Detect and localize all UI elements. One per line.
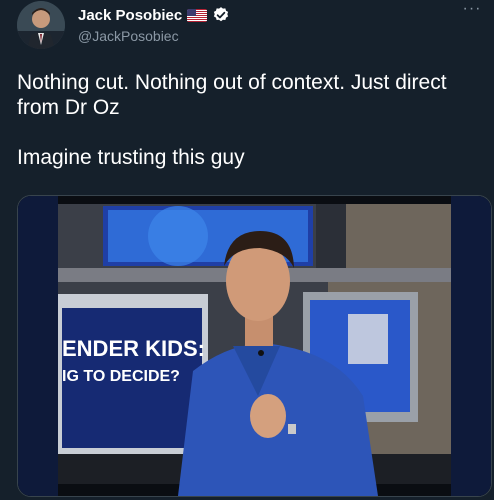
us-flag-icon <box>187 8 208 22</box>
avatar[interactable] <box>17 1 65 49</box>
onscreen-caption-line-2: IG TO DECIDE? <box>62 368 180 385</box>
author-handle[interactable]: @JackPosobiec <box>78 28 179 44</box>
tweet-text-line-2: Imagine trusting this guy <box>17 146 245 169</box>
author-display-name[interactable]: Jack Posobiec <box>78 7 182 24</box>
onscreen-caption-line-1: ENDER KIDS: <box>62 336 205 361</box>
video-frame: ENDER KIDS: IG TO DECIDE? <box>18 196 491 496</box>
tweet-text: Nothing cut. Nothing out of context. Jus… <box>17 70 477 170</box>
video-player[interactable]: ENDER KIDS: IG TO DECIDE? <box>17 195 492 497</box>
tweet-card: Jack Posobiec @JackPosobiec ··· Nothing … <box>0 0 494 500</box>
avatar-image <box>17 1 65 49</box>
author-name-row: Jack Posobiec <box>78 6 230 24</box>
verified-badge-icon <box>212 6 230 24</box>
more-options-button[interactable]: ··· <box>458 1 486 22</box>
tweet-text-line-1: Nothing cut. Nothing out of context. Jus… <box>17 71 447 119</box>
